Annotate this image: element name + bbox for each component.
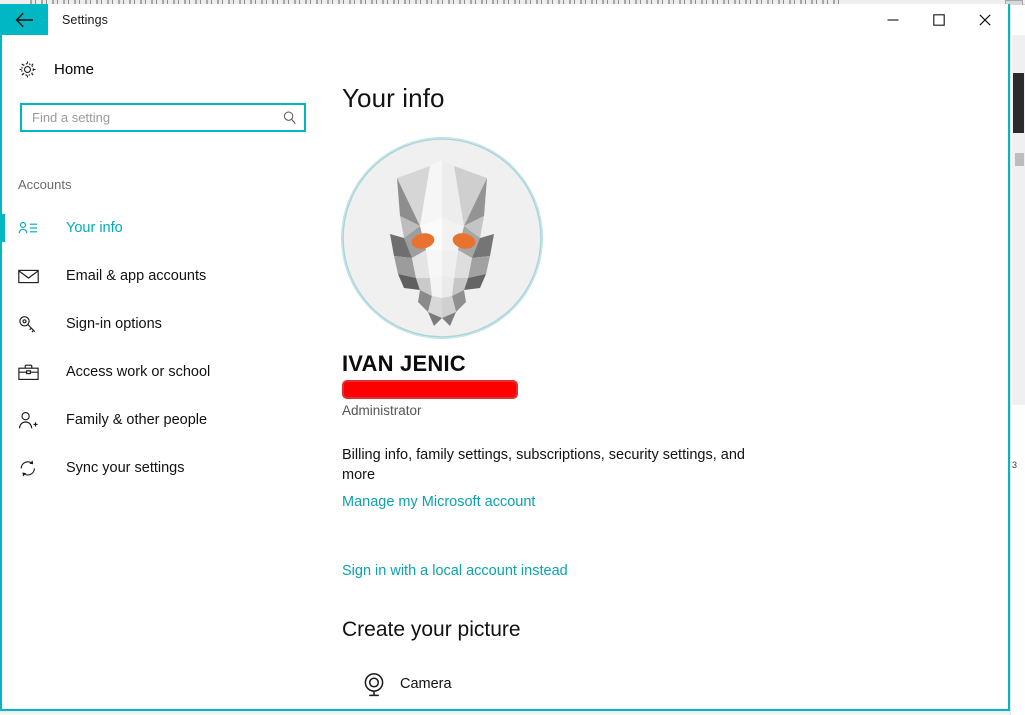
sidebar-item-email-app-accounts[interactable]: Email & app accounts	[2, 252, 324, 300]
account-card-icon	[18, 220, 48, 236]
title-bar: Settings	[2, 4, 1008, 35]
sidebar-item-access-work-or-school[interactable]: Access work or school	[2, 348, 324, 396]
sidebar-label: Family & other people	[66, 412, 208, 428]
background-scrollbar-tick	[1015, 153, 1024, 166]
page-title: Your info	[342, 83, 445, 113]
background-window-right: 3	[1010, 5, 1025, 715]
sidebar-label: Sign-in options	[66, 316, 162, 332]
sync-icon	[18, 459, 48, 478]
sidebar-group-title: Accounts	[18, 177, 72, 192]
sidebar-item-home[interactable]: Home	[2, 49, 324, 89]
sidebar: Home Accounts	[2, 35, 324, 709]
selection-indicator	[2, 454, 5, 482]
selection-indicator	[2, 214, 5, 242]
sidebar-label: Sync your settings	[66, 460, 185, 476]
background-scrollbar-thumb[interactable]	[1013, 73, 1024, 133]
camera-icon	[351, 669, 397, 699]
sidebar-item-family-other-people[interactable]: Family & other people	[2, 396, 324, 444]
settings-window: Settings Home Find a setting Accounts Yo…	[0, 4, 1010, 711]
selection-indicator	[2, 358, 5, 386]
selection-indicator	[2, 262, 5, 290]
manage-microsoft-account-link[interactable]: Manage my Microsoft account	[342, 494, 535, 510]
background-scrollbar-track[interactable]	[1012, 35, 1025, 405]
window-body: Home Accounts	[2, 35, 1008, 709]
content-pane: Your info IVAN JENIC Administrator Billi…	[324, 35, 1008, 709]
home-label: Home	[54, 60, 95, 78]
search-input[interactable]	[22, 110, 276, 125]
search-box[interactable]	[20, 103, 306, 132]
camera-label: Camera	[400, 676, 452, 692]
sidebar-item-your-info[interactable]: Your info	[2, 204, 324, 252]
sidebar-item-sign-in-options[interactable]: Sign-in options	[2, 300, 324, 348]
window-controls	[870, 4, 1008, 35]
local-account-link[interactable]: Sign in with a local account instead	[342, 563, 568, 579]
person-add-icon	[18, 411, 48, 430]
envelope-icon	[18, 268, 48, 284]
screen: 3 Settings Home Find a setting Accounts …	[0, 0, 1025, 715]
create-picture-title: Create your picture	[342, 618, 521, 641]
user-avatar[interactable]	[342, 138, 542, 338]
maximize-button[interactable]	[916, 4, 962, 35]
billing-description: Billing info, family settings, subscript…	[342, 447, 745, 483]
sidebar-label: Your info	[66, 220, 123, 236]
background-glyph: 3	[1012, 460, 1018, 470]
minimize-button[interactable]	[870, 4, 916, 35]
account-role: Administrator	[342, 403, 422, 418]
sidebar-label: Access work or school	[66, 364, 211, 380]
key-icon	[18, 315, 48, 334]
sidebar-item-sync-your-settings[interactable]: Sync your settings	[2, 444, 324, 492]
close-button[interactable]	[962, 4, 1008, 35]
briefcase-icon	[18, 364, 48, 381]
selection-indicator	[2, 310, 5, 338]
gear-icon	[18, 60, 46, 79]
sidebar-label: Email & app accounts	[66, 268, 207, 284]
search-icon[interactable]	[276, 110, 304, 126]
redacted-email-bar	[342, 380, 518, 399]
selection-indicator	[2, 406, 5, 434]
back-button[interactable]	[2, 4, 48, 35]
user-name: IVAN JENIC	[342, 351, 466, 376]
camera-option[interactable]: Camera	[342, 664, 1008, 704]
window-title: Settings	[62, 12, 108, 27]
